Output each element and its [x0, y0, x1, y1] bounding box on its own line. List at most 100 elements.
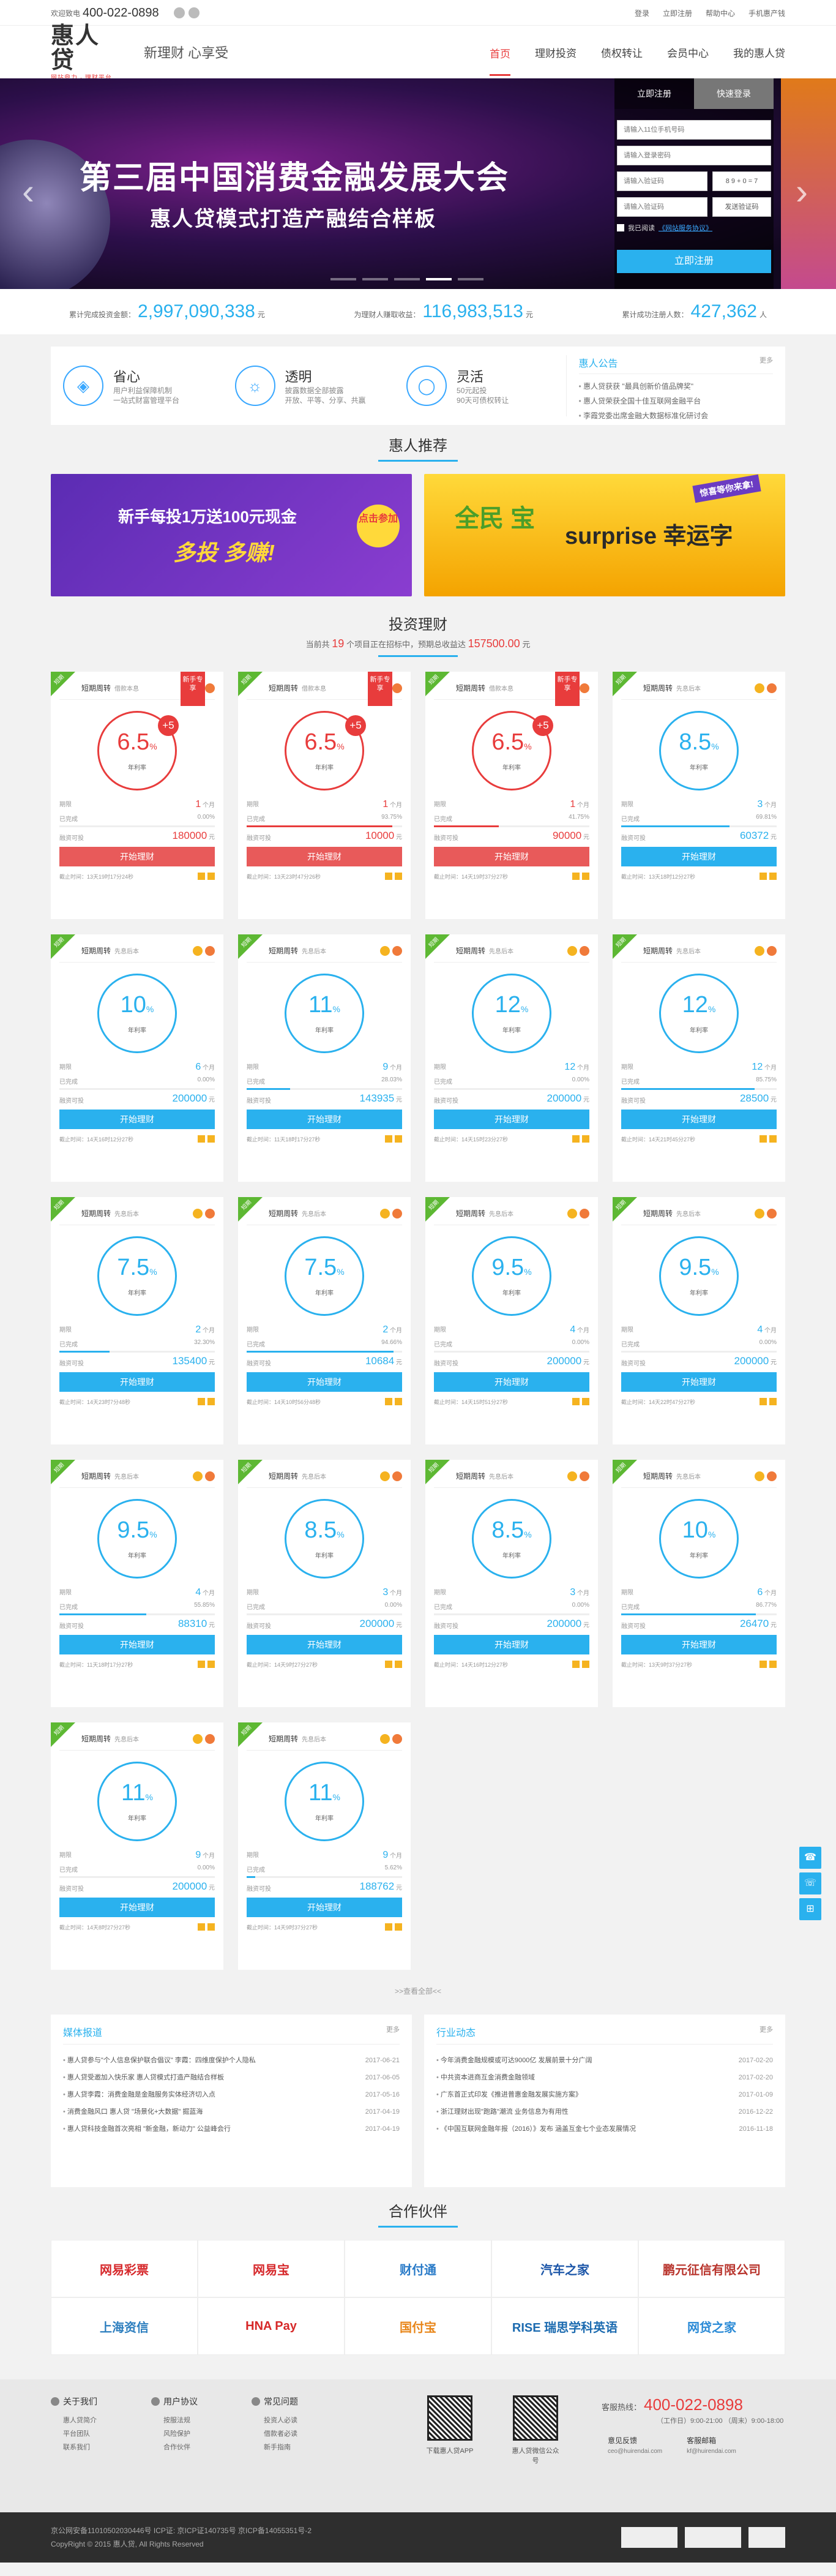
- news-item[interactable]: 惠人贷受邀加入快乐家 惠人贷模式打造产融结合样板 2017-06-05: [63, 2069, 400, 2086]
- slide-dot[interactable]: [394, 278, 420, 280]
- agree-checkbox[interactable]: [617, 224, 624, 231]
- slide-dot[interactable]: [362, 278, 388, 280]
- phone-icon[interactable]: ☏: [799, 1872, 821, 1894]
- news-more-link[interactable]: 更多: [386, 2024, 400, 2039]
- footer-link[interactable]: 借款者必读: [252, 2427, 352, 2441]
- login-link[interactable]: 登录: [635, 8, 649, 18]
- promo-banner-newbie[interactable]: 新手每投1万送100元现金 多投 多赚! 点击参加: [51, 474, 412, 596]
- footer-link[interactable]: 风险保护: [151, 2427, 252, 2441]
- news-item[interactable]: 浙江理财出现"跑路"潮流 业务信息为有用性 2016-12-22: [436, 2103, 773, 2120]
- start-invest-button[interactable]: 开始理财: [247, 1898, 402, 1917]
- feedback-block[interactable]: 意见反馈 ceo@huirendai.com: [608, 2435, 662, 2455]
- product-card[interactable]: 短期 短期周转 先息后本 9.5% 年利率 期限 4 个月 已完成 55.85% 融…: [51, 1460, 223, 1707]
- help-link[interactable]: 帮助中心: [706, 8, 735, 18]
- product-name[interactable]: 短期周转: [81, 1471, 111, 1481]
- register-link[interactable]: 立即注册: [663, 8, 692, 18]
- start-invest-button[interactable]: 开始理财: [59, 1635, 215, 1654]
- start-invest-button[interactable]: 开始理财: [434, 1372, 589, 1392]
- product-name[interactable]: 短期周转: [456, 683, 485, 693]
- partner-logo[interactable]: 汽车之家: [491, 2240, 638, 2297]
- news-more-link[interactable]: 更多: [759, 2024, 773, 2039]
- product-name[interactable]: 短期周转: [81, 1733, 111, 1744]
- view-all-link[interactable]: >>查看全部<<: [51, 1986, 785, 1996]
- product-name[interactable]: 短期周转: [456, 1471, 485, 1481]
- product-card[interactable]: 短期 短期周转 先息后本 7.5% 年利率 期限 2 个月 已完成 32.30% 融…: [51, 1197, 223, 1444]
- agreement-link[interactable]: 《网站服务协议》: [659, 223, 712, 233]
- product-name[interactable]: 短期周转: [643, 945, 673, 956]
- product-card[interactable]: 短期 短期周转 先息后本 9.5% 年利率 期限 4 个月 已完成 0.00% 融资…: [425, 1197, 598, 1444]
- nav-invest[interactable]: 理财投资: [535, 45, 577, 60]
- product-name[interactable]: 短期周转: [269, 683, 298, 693]
- phone-input[interactable]: [617, 120, 771, 140]
- product-card[interactable]: 短期 短期周转 先息后本 12% 年利率 期限 12 个月 已完成 0.00% 融资…: [425, 934, 598, 1182]
- start-invest-button[interactable]: 开始理财: [621, 1110, 777, 1129]
- product-name[interactable]: 短期周转: [81, 1208, 111, 1219]
- product-name[interactable]: 短期周转: [643, 683, 673, 693]
- calculator-icon[interactable]: ⊞: [799, 1898, 821, 1920]
- trust-badge-icon[interactable]: [621, 2527, 677, 2548]
- password-input[interactable]: [617, 146, 771, 165]
- sms-code-input[interactable]: [617, 197, 707, 217]
- partner-logo[interactable]: 财付通: [345, 2240, 491, 2297]
- product-name[interactable]: 短期周转: [81, 945, 111, 956]
- start-invest-button[interactable]: 开始理财: [434, 1635, 589, 1654]
- start-invest-button[interactable]: 开始理财: [621, 1635, 777, 1654]
- register-submit-button[interactable]: 立即注册: [617, 250, 771, 273]
- product-name[interactable]: 短期周转: [456, 1208, 485, 1219]
- promo-banner-lucky[interactable]: 全民 宝 surprise 幸运字 惊喜等你来拿!: [424, 474, 785, 596]
- mobile-link[interactable]: 手机惠产钱: [748, 8, 785, 18]
- footer-link[interactable]: 平台团队: [51, 2427, 151, 2441]
- wechat-icon[interactable]: [173, 7, 185, 18]
- product-card[interactable]: 短期 新手专享 短期周转 借款本息 6.5% 年利率 +5 期限 1 个月 已完成…: [51, 672, 223, 919]
- partner-logo[interactable]: 鹏元征信有限公司: [638, 2240, 785, 2297]
- partner-logo[interactable]: 上海资信: [51, 2297, 198, 2355]
- product-name[interactable]: 短期周转: [456, 945, 485, 956]
- prev-arrow-icon[interactable]: ‹: [22, 170, 34, 212]
- captcha-image[interactable]: 8 9 + 0 = 7: [712, 171, 771, 191]
- send-sms-button[interactable]: 发送验证码: [712, 197, 771, 217]
- start-invest-button[interactable]: 开始理财: [247, 847, 402, 866]
- start-invest-button[interactable]: 开始理财: [247, 1110, 402, 1129]
- footer-link[interactable]: 按服法规: [151, 2414, 252, 2427]
- notice-more-link[interactable]: 更多: [759, 355, 773, 370]
- product-card[interactable]: 短期 短期周转 先息后本 11% 年利率 期限 9 个月 已完成 28.03% 融资…: [238, 934, 411, 1182]
- product-name[interactable]: 短期周转: [269, 1208, 298, 1219]
- start-invest-button[interactable]: 开始理财: [247, 1372, 402, 1392]
- news-item[interactable]: 惠人贷参与"个人信息保护联合倡议" 李霞：四维度保护个人隐私 2017-06-21: [63, 2052, 400, 2069]
- footer-link[interactable]: 联系我们: [51, 2441, 151, 2454]
- news-item[interactable]: 广东首正式印发《推进普惠金融发展实施方案》 2017-01-09: [436, 2086, 773, 2103]
- product-card[interactable]: 短期 新手专享 短期周转 借款本息 6.5% 年利率 +5 期限 1 个月 已完成…: [238, 672, 411, 919]
- tab-login[interactable]: 快速登录: [694, 78, 774, 109]
- product-card[interactable]: 短期 短期周转 先息后本 11% 年利率 期限 9 个月 已完成 0.00% 融资可…: [51, 1722, 223, 1970]
- product-card[interactable]: 短期 短期周转 先息后本 12% 年利率 期限 12 个月 已完成 85.75% 融…: [613, 934, 785, 1182]
- start-invest-button[interactable]: 开始理财: [59, 1372, 215, 1392]
- product-name[interactable]: 短期周转: [269, 1471, 298, 1481]
- slide-dot[interactable]: [426, 278, 452, 280]
- start-invest-button[interactable]: 开始理财: [621, 847, 777, 866]
- product-card[interactable]: 短期 短期周转 先息后本 10% 年利率 期限 6 个月 已完成 86.77% 融资…: [613, 1460, 785, 1707]
- product-card[interactable]: 短期 短期周转 先息后本 8.5% 年利率 期限 3 个月 已完成 0.00% 融资…: [425, 1460, 598, 1707]
- trust-badge-icon[interactable]: [748, 2527, 785, 2548]
- promo-join-button[interactable]: 点击参加: [357, 505, 400, 547]
- slide-dot[interactable]: [330, 278, 356, 280]
- news-item[interactable]: 今年消费金融规模或可达9000亿 发展前景十分广阔 2017-02-20: [436, 2052, 773, 2069]
- news-item[interactable]: 消费金融风口 惠人贷 "场景化+大数据" 掘蓝海 2017-04-19: [63, 2103, 400, 2120]
- tab-register[interactable]: 立即注册: [614, 78, 694, 109]
- product-card[interactable]: 短期 短期周转 先息后本 8.5% 年利率 期限 3 个月 已完成 0.00% 融资…: [238, 1460, 411, 1707]
- product-name[interactable]: 短期周转: [643, 1208, 673, 1219]
- product-card[interactable]: 短期 短期周转 先息后本 9.5% 年利率 期限 4 个月 已完成 0.00% 融资…: [613, 1197, 785, 1444]
- nav-my[interactable]: 我的惠人贷: [733, 45, 785, 60]
- nav-member[interactable]: 会员中心: [667, 45, 709, 60]
- start-invest-button[interactable]: 开始理财: [59, 847, 215, 866]
- product-card[interactable]: 短期 短期周转 先息后本 8.5% 年利率 期限 3 个月 已完成 69.81% 融…: [613, 672, 785, 919]
- notice-item[interactable]: 惠人贷荣获全国十佳互联网金融平台: [579, 394, 773, 408]
- customer-service-icon[interactable]: ☎: [799, 1847, 821, 1869]
- start-invest-button[interactable]: 开始理财: [59, 1898, 215, 1917]
- product-card[interactable]: 短期 短期周转 先息后本 7.5% 年利率 期限 2 个月 已完成 94.66% 融…: [238, 1197, 411, 1444]
- partner-logo[interactable]: 国付宝: [345, 2297, 491, 2355]
- start-invest-button[interactable]: 开始理财: [247, 1635, 402, 1654]
- footer-link[interactable]: 惠人贷简介: [51, 2414, 151, 2427]
- footer-link[interactable]: 投资人必读: [252, 2414, 352, 2427]
- slide-dot[interactable]: [458, 278, 483, 280]
- partner-logo[interactable]: 网易彩票: [51, 2240, 198, 2297]
